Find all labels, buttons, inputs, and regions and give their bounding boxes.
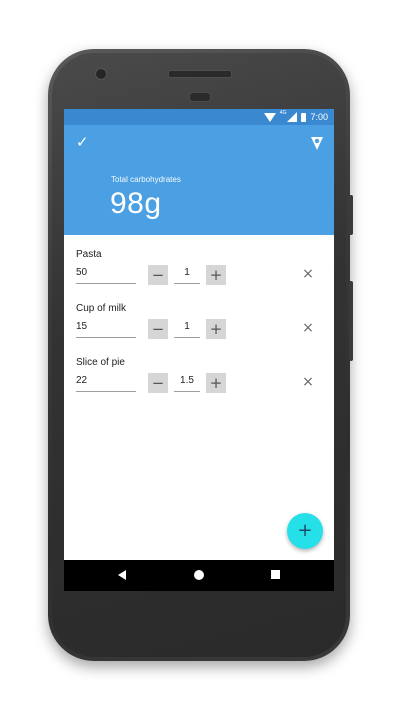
carbs-input[interactable]	[76, 317, 136, 338]
quantity-input[interactable]	[174, 371, 200, 392]
food-name: Cup of milk	[76, 303, 127, 314]
power-button	[349, 195, 353, 235]
battery-icon	[301, 112, 307, 122]
quantity-input[interactable]	[174, 263, 200, 284]
check-icon[interactable]: ✓	[76, 135, 92, 151]
remove-food-button[interactable]: ×	[300, 265, 316, 283]
increase-quantity-button[interactable]: +	[206, 265, 226, 285]
network-badge: 4G	[279, 110, 287, 116]
decrease-quantity-button[interactable]: −	[148, 373, 168, 393]
food-row: Pasta − + ×	[64, 235, 334, 289]
status-bar: 4G 7:00	[64, 109, 334, 125]
food-list: Pasta − + × Cup of milk − + × Slice of p…	[64, 235, 334, 397]
app-header: ✓ Total carbohydrates 98g	[64, 125, 334, 235]
remove-food-button[interactable]: ×	[300, 373, 316, 391]
front-camera	[95, 68, 107, 80]
status-icons: 4G 7:00	[263, 110, 328, 123]
signal-icon	[287, 112, 298, 122]
wifi-icon	[263, 112, 276, 122]
status-time: 7:00	[310, 112, 328, 122]
total-carbs-value: 98g	[110, 187, 162, 220]
app-screen: 4G 7:00 ✓ Total carbohydrates 98g Pasta …	[64, 109, 334, 591]
quantity-input[interactable]	[174, 317, 200, 338]
food-name: Slice of pie	[76, 357, 125, 368]
carbs-input[interactable]	[76, 263, 136, 284]
carbs-input[interactable]	[76, 371, 136, 392]
decrease-quantity-button[interactable]: −	[148, 265, 168, 285]
food-row: Cup of milk − + ×	[64, 289, 334, 343]
total-carbs-label: Total carbohydrates	[111, 175, 181, 184]
decrease-quantity-button[interactable]: −	[148, 319, 168, 339]
brand-icon[interactable]	[310, 135, 324, 151]
remove-food-button[interactable]: ×	[300, 319, 316, 337]
navigation-bar	[64, 560, 334, 591]
proximity-sensor	[189, 92, 211, 102]
earpiece-speaker	[168, 70, 232, 78]
volume-button	[349, 281, 353, 361]
food-row: Slice of pie − + ×	[64, 343, 334, 397]
increase-quantity-button[interactable]: +	[206, 373, 226, 393]
back-icon[interactable]	[118, 570, 126, 580]
recent-apps-icon[interactable]	[271, 570, 280, 579]
food-name: Pasta	[76, 249, 102, 260]
home-icon[interactable]	[194, 570, 204, 580]
add-food-button[interactable]: +	[287, 513, 323, 549]
increase-quantity-button[interactable]: +	[206, 319, 226, 339]
